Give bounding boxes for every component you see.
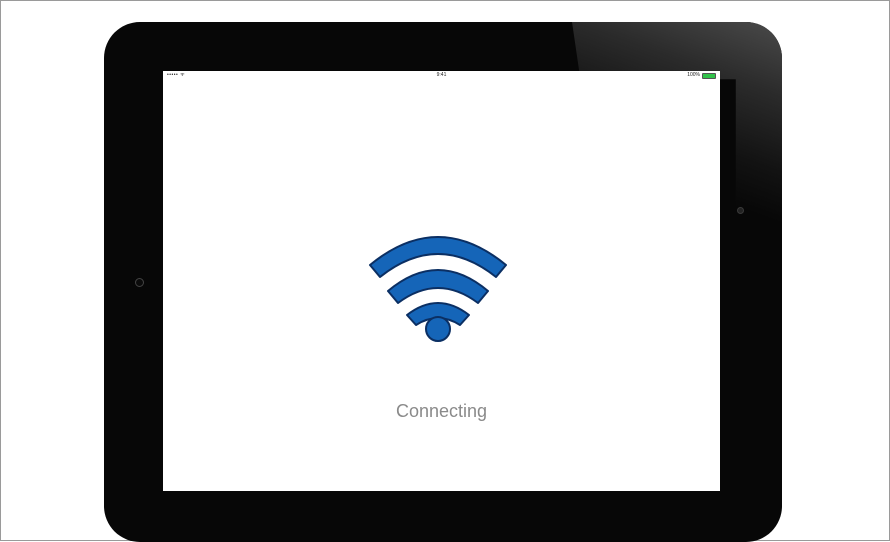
front-camera <box>135 278 144 287</box>
status-time: 9:41 <box>436 72 447 78</box>
battery-indicator: 100% <box>687 71 716 80</box>
tablet-screen: ••••• ᯤ 9:41 100% Connecting <box>163 71 720 491</box>
wifi-icon <box>369 236 507 342</box>
wifi-arc-middle <box>387 269 489 304</box>
battery-fill <box>703 73 715 78</box>
battery-percent: 100% <box>687 72 700 78</box>
battery-icon <box>702 72 716 79</box>
side-sensor <box>737 207 744 214</box>
connecting-status-text: Connecting <box>395 401 488 421</box>
status-bar: ••••• ᯤ 9:41 100% <box>163 71 720 80</box>
wifi-dot <box>425 316 451 342</box>
